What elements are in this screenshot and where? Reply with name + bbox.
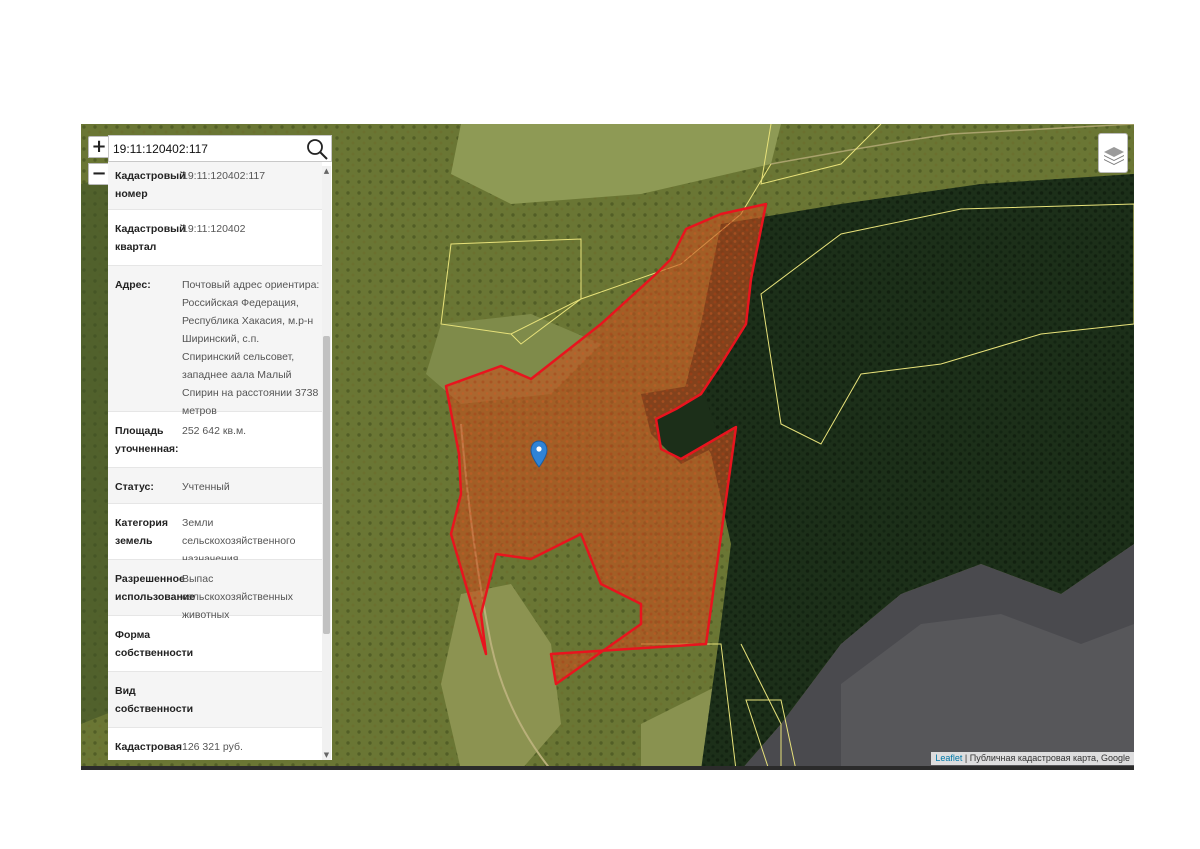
info-value: 126 321 руб.	[182, 741, 243, 753]
info-value: 19:11:120402:117	[182, 170, 266, 182]
info-label: Площадь уточненная:	[115, 425, 179, 455]
map-bottom-border	[81, 766, 1134, 770]
info-label: Вид собственности	[115, 685, 194, 715]
info-label: Кадастровый номер	[115, 170, 186, 200]
search-button[interactable]	[305, 137, 329, 161]
info-row: Разрешенное использование Выпас сельскох…	[108, 560, 322, 621]
info-row: Кадастровый номер 19:11:120402:117	[108, 162, 322, 210]
cadastral-search-input[interactable]	[113, 139, 303, 159]
info-label: Форма собственности	[115, 629, 194, 659]
info-row: Кадастровый квартал 19:11:120402	[108, 210, 322, 266]
info-row: Адрес: Почтовый адрес ориентира: Российс…	[108, 266, 322, 417]
info-row: Площадь уточненная: 252 642 кв.м.	[108, 412, 322, 468]
info-row: Статус: Учтенный	[108, 468, 322, 504]
leaflet-link[interactable]: Leaflet	[935, 753, 962, 763]
scroll-thumb[interactable]	[323, 336, 330, 634]
attribution-sources: Публичная кадастровая карта, Google	[969, 753, 1130, 763]
attribution-separator: |	[962, 753, 970, 763]
info-label: Статус:	[115, 481, 154, 493]
scroll-down-arrow-icon[interactable]: ▼	[322, 750, 331, 760]
info-row: Кадастровая 126 321 руб.	[108, 728, 322, 760]
info-label: Кадастровый квартал	[115, 223, 186, 253]
info-label: Разрешенное использование	[115, 573, 196, 603]
zoom-out-button[interactable]: −	[88, 163, 110, 185]
layers-button[interactable]	[1098, 133, 1128, 173]
zoom-in-button[interactable]: +	[88, 136, 110, 158]
info-value: 252 642 кв.м.	[182, 425, 247, 437]
info-panel-scrollbar[interactable]: ▲ ▼	[322, 166, 331, 760]
info-label: Категория земель	[115, 517, 169, 547]
info-value: Почтовый адрес ориентира: Российская Фед…	[182, 279, 320, 417]
info-row: Вид собственности	[108, 672, 322, 728]
search-box	[108, 135, 332, 162]
scroll-up-arrow-icon[interactable]: ▲	[322, 166, 331, 176]
info-label: Кадастровая	[115, 741, 182, 753]
layers-icon	[1104, 147, 1124, 165]
parcel-info-panel[interactable]: Кадастровый номер 19:11:120402:117 Кадас…	[108, 162, 332, 760]
info-label: Адрес:	[115, 279, 151, 291]
info-row: Категория земель Земли сельскохозяйствен…	[108, 504, 322, 565]
info-value: Учтенный	[182, 481, 230, 493]
search-icon	[307, 139, 328, 160]
info-value: 19:11:120402	[182, 223, 246, 235]
map-attribution: Leaflet | Публичная кадастровая карта, G…	[931, 752, 1134, 765]
info-row: Форма собственности	[108, 616, 322, 672]
